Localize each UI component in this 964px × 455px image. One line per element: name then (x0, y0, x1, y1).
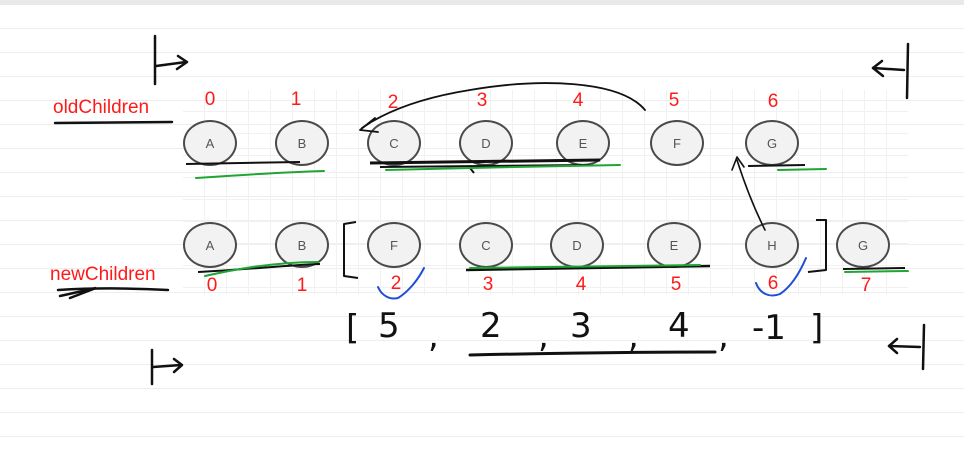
start-pointer-icon (150, 348, 184, 386)
start-pointer-icon (153, 34, 189, 86)
check-mark-icon (755, 257, 807, 297)
array-underline (468, 350, 717, 357)
end-pointer-icon (887, 323, 926, 371)
array-separator: , (628, 316, 639, 356)
check-mark-icon (377, 267, 425, 300)
open-bracket (343, 221, 359, 279)
array-value: 3 (570, 306, 592, 346)
array-value: 2 (480, 306, 502, 346)
array-separator: , (538, 316, 549, 356)
handwritten-annotations (53, 34, 926, 386)
array-value: 4 (668, 306, 690, 346)
insert-arrow (736, 159, 766, 231)
array-value: -1 (752, 308, 786, 348)
end-pointer-icon (871, 42, 910, 100)
label-underline (56, 287, 170, 292)
move-arrow (361, 82, 646, 129)
array-separator: , (428, 316, 439, 356)
array-close-bracket: ] (810, 308, 824, 348)
array-separator: , (718, 316, 729, 356)
label-underline (53, 120, 174, 125)
array-value: 5 (378, 306, 400, 346)
array-open-bracket: [ (346, 308, 360, 348)
close-bracket (807, 219, 827, 273)
